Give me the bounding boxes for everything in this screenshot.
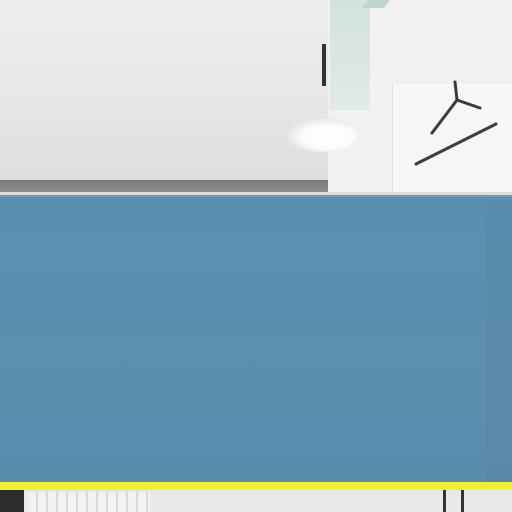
shelf-items [28, 492, 150, 512]
progress-bar [0, 482, 512, 490]
dark-object [0, 490, 24, 512]
ceiling [0, 0, 330, 180]
coat-hanger-icon [414, 80, 498, 166]
ceiling-lamp-icon [287, 118, 357, 152]
wall-molding [0, 180, 330, 192]
pole-legs [443, 490, 464, 512]
lamp-cord [322, 44, 326, 86]
overlay-edge-shade [484, 197, 512, 482]
blue-overlay-panel [0, 195, 512, 483]
teal-trim [330, 0, 370, 110]
